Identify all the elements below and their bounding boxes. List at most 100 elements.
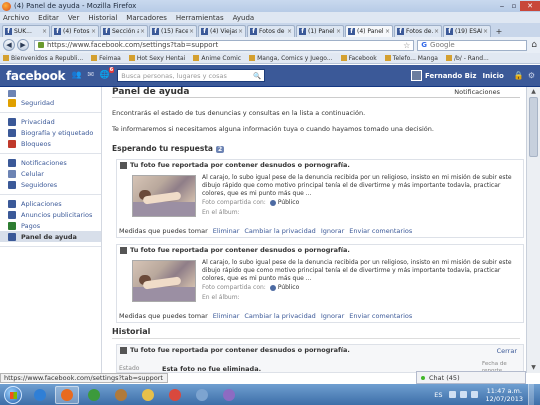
facebook-logo[interactable]: facebook (6, 69, 66, 83)
tab-close-icon[interactable]: × (42, 28, 47, 35)
bookmark-item[interactable]: Manga, Comics y Juego... (249, 55, 333, 62)
bookmark-item[interactable]: Hot Sexy Hentai (128, 55, 185, 62)
tab-close-icon[interactable]: × (140, 28, 145, 35)
taskbar-ie-button[interactable] (28, 386, 52, 404)
sidebar-item[interactable] (0, 90, 101, 97)
browser-tab[interactable]: f(4) Viejas Lo...× (198, 25, 246, 37)
page-scrollbar[interactable]: ▲ ▼ (526, 87, 540, 373)
tab-close-icon[interactable]: × (434, 28, 439, 35)
sidebar-item[interactable]: Seguridad (0, 97, 101, 108)
bookmark-item[interactable]: Telefo... Manga (384, 55, 438, 62)
tab-close-icon[interactable]: × (189, 28, 194, 35)
url-bar[interactable]: https://www.facebook.com/settings?tab=su… (34, 39, 415, 51)
menu-archivo[interactable]: Archivo (3, 14, 29, 22)
user-name-link[interactable]: Fernando Biz (425, 72, 476, 80)
start-button[interactable] (4, 385, 22, 404)
browser-search-input[interactable]: G Google (417, 39, 528, 51)
sidebar-item[interactable]: Seguidores (0, 179, 101, 190)
tab-close-icon[interactable]: × (483, 28, 488, 35)
taskbar-paint-button[interactable] (217, 386, 241, 404)
tab-close-icon[interactable]: × (336, 28, 341, 35)
menu-editar[interactable]: Editar (38, 14, 59, 22)
reported-photo-thumbnail[interactable] (132, 175, 196, 217)
menu-marcadores[interactable]: Marcadores (126, 14, 167, 22)
taskbar-cookie-button[interactable] (109, 386, 133, 404)
sidebar-item[interactable]: Panel de ayuda (0, 231, 101, 242)
scrollbar-thumb[interactable] (529, 97, 538, 157)
notifications-icon[interactable]: 🌐 6 (99, 67, 115, 81)
tab-close-icon[interactable]: × (238, 28, 243, 35)
browser-tab[interactable]: f(15) Faceb...× (149, 25, 197, 37)
tab-close-icon[interactable]: × (91, 28, 96, 35)
chat-bar[interactable]: Chat (45) (416, 371, 526, 384)
bookmark-item[interactable]: Feimaa (91, 55, 121, 62)
close-icon[interactable]: ✕ (520, 1, 540, 11)
clock[interactable]: 11:47 a.m. 12/07/2013 (486, 387, 523, 403)
network-icon[interactable] (459, 391, 467, 398)
change-privacy-link[interactable]: Cambiar la privacidad (244, 312, 315, 320)
browser-tab[interactable]: f(1) Panel de...× (296, 25, 344, 37)
tab-close-icon[interactable]: × (287, 28, 292, 35)
send-feedback-link[interactable]: Enviar comentarios (349, 312, 412, 320)
taskbar-notepad-button[interactable] (190, 386, 214, 404)
show-desktop-button[interactable] (528, 384, 534, 405)
sidebar-item[interactable]: Privacidad (0, 116, 101, 127)
star-icon[interactable]: ☆ (403, 41, 410, 50)
sidebar-item[interactable]: Bloqueos (0, 138, 101, 149)
sidebar-item[interactable]: Pagos (0, 220, 101, 231)
new-tab-button[interactable]: + (494, 27, 504, 37)
language-indicator[interactable]: ES (434, 391, 442, 399)
bookmark-item[interactable]: Facebook (340, 55, 377, 62)
tab-close-icon[interactable]: × (385, 28, 390, 35)
sidebar-item[interactable]: Celular (0, 168, 101, 179)
sidebar-item[interactable]: Biografía y etiquetado (0, 127, 101, 138)
sidebar-item[interactable]: Aplicaciones (0, 198, 101, 209)
browser-tab[interactable]: f(4) Panel...× (345, 25, 393, 37)
volume-icon[interactable] (470, 391, 478, 398)
change-privacy-link[interactable]: Cambiar la privacidad (244, 227, 315, 235)
messages-icon[interactable]: ✉ (85, 70, 96, 81)
taskbar-folder-button[interactable] (136, 386, 160, 404)
browser-tab[interactable]: f(4) Fotos d...× (51, 25, 99, 37)
scroll-up-icon[interactable]: ▲ (529, 88, 538, 96)
bookmark-item[interactable]: Anime Comic (193, 55, 241, 62)
home-icon[interactable]: ⌂ (531, 40, 537, 50)
taskbar-chrome-button[interactable] (163, 386, 187, 404)
delete-link[interactable]: Eliminar (213, 312, 240, 320)
bookmark-item[interactable]: /b/ - Rand... (445, 55, 489, 62)
privacy-shortcuts-icon[interactable]: 🔒 (514, 71, 524, 80)
menu-historial[interactable]: Historial (88, 14, 117, 22)
browser-tab[interactable]: fFotos de...× (394, 25, 442, 37)
ignore-link[interactable]: Ignorar (321, 312, 344, 320)
search-icon[interactable]: 🔍 (253, 72, 261, 80)
browser-tab[interactable]: fSección am...× (100, 25, 148, 37)
forward-button[interactable]: ▶ (17, 39, 29, 51)
browser-tab[interactable]: f(19) ESAN...× (443, 25, 491, 37)
avatar[interactable] (411, 70, 423, 81)
minimize-icon[interactable]: ‒ (496, 1, 508, 11)
close-report-link[interactable]: Cerrar (497, 347, 517, 355)
browser-tab[interactable]: f SUK... × (2, 25, 50, 37)
facebook-search-input[interactable]: Busca personas, lugares y cosas 🔍 (117, 69, 266, 82)
sidebar-item[interactable]: Anuncios publicitarios (0, 209, 101, 220)
scroll-down-icon[interactable]: ▼ (529, 364, 538, 372)
ignore-link[interactable]: Ignorar (321, 227, 344, 235)
friend-requests-icon[interactable]: 👥 (71, 70, 82, 81)
bookmark-item[interactable]: Bienvenidos a Republi... (3, 55, 83, 62)
taskbar-media-button[interactable] (82, 386, 106, 404)
gear-icon[interactable]: ⚙ (528, 71, 535, 80)
send-feedback-link[interactable]: Enviar comentarios (349, 227, 412, 235)
tray-arrow-icon[interactable] (448, 391, 456, 398)
back-button[interactable]: ◀ (3, 39, 15, 51)
maximize-icon[interactable]: ▫ (508, 1, 520, 11)
menu-herramientas[interactable]: Herramientas (176, 14, 224, 22)
reported-photo-thumbnail[interactable] (132, 260, 196, 302)
delete-link[interactable]: Eliminar (213, 227, 240, 235)
menu-ver[interactable]: Ver (68, 14, 79, 22)
taskbar-firefox-button[interactable] (55, 385, 79, 404)
sidebar-item[interactable]: Notificaciones (0, 157, 101, 168)
home-link[interactable]: Inicio (483, 72, 504, 80)
notifications-dropdown[interactable]: Notificaciones (454, 88, 500, 96)
browser-tab[interactable]: fFotos de la ...× (247, 25, 295, 37)
menu-ayuda[interactable]: Ayuda (233, 14, 255, 22)
